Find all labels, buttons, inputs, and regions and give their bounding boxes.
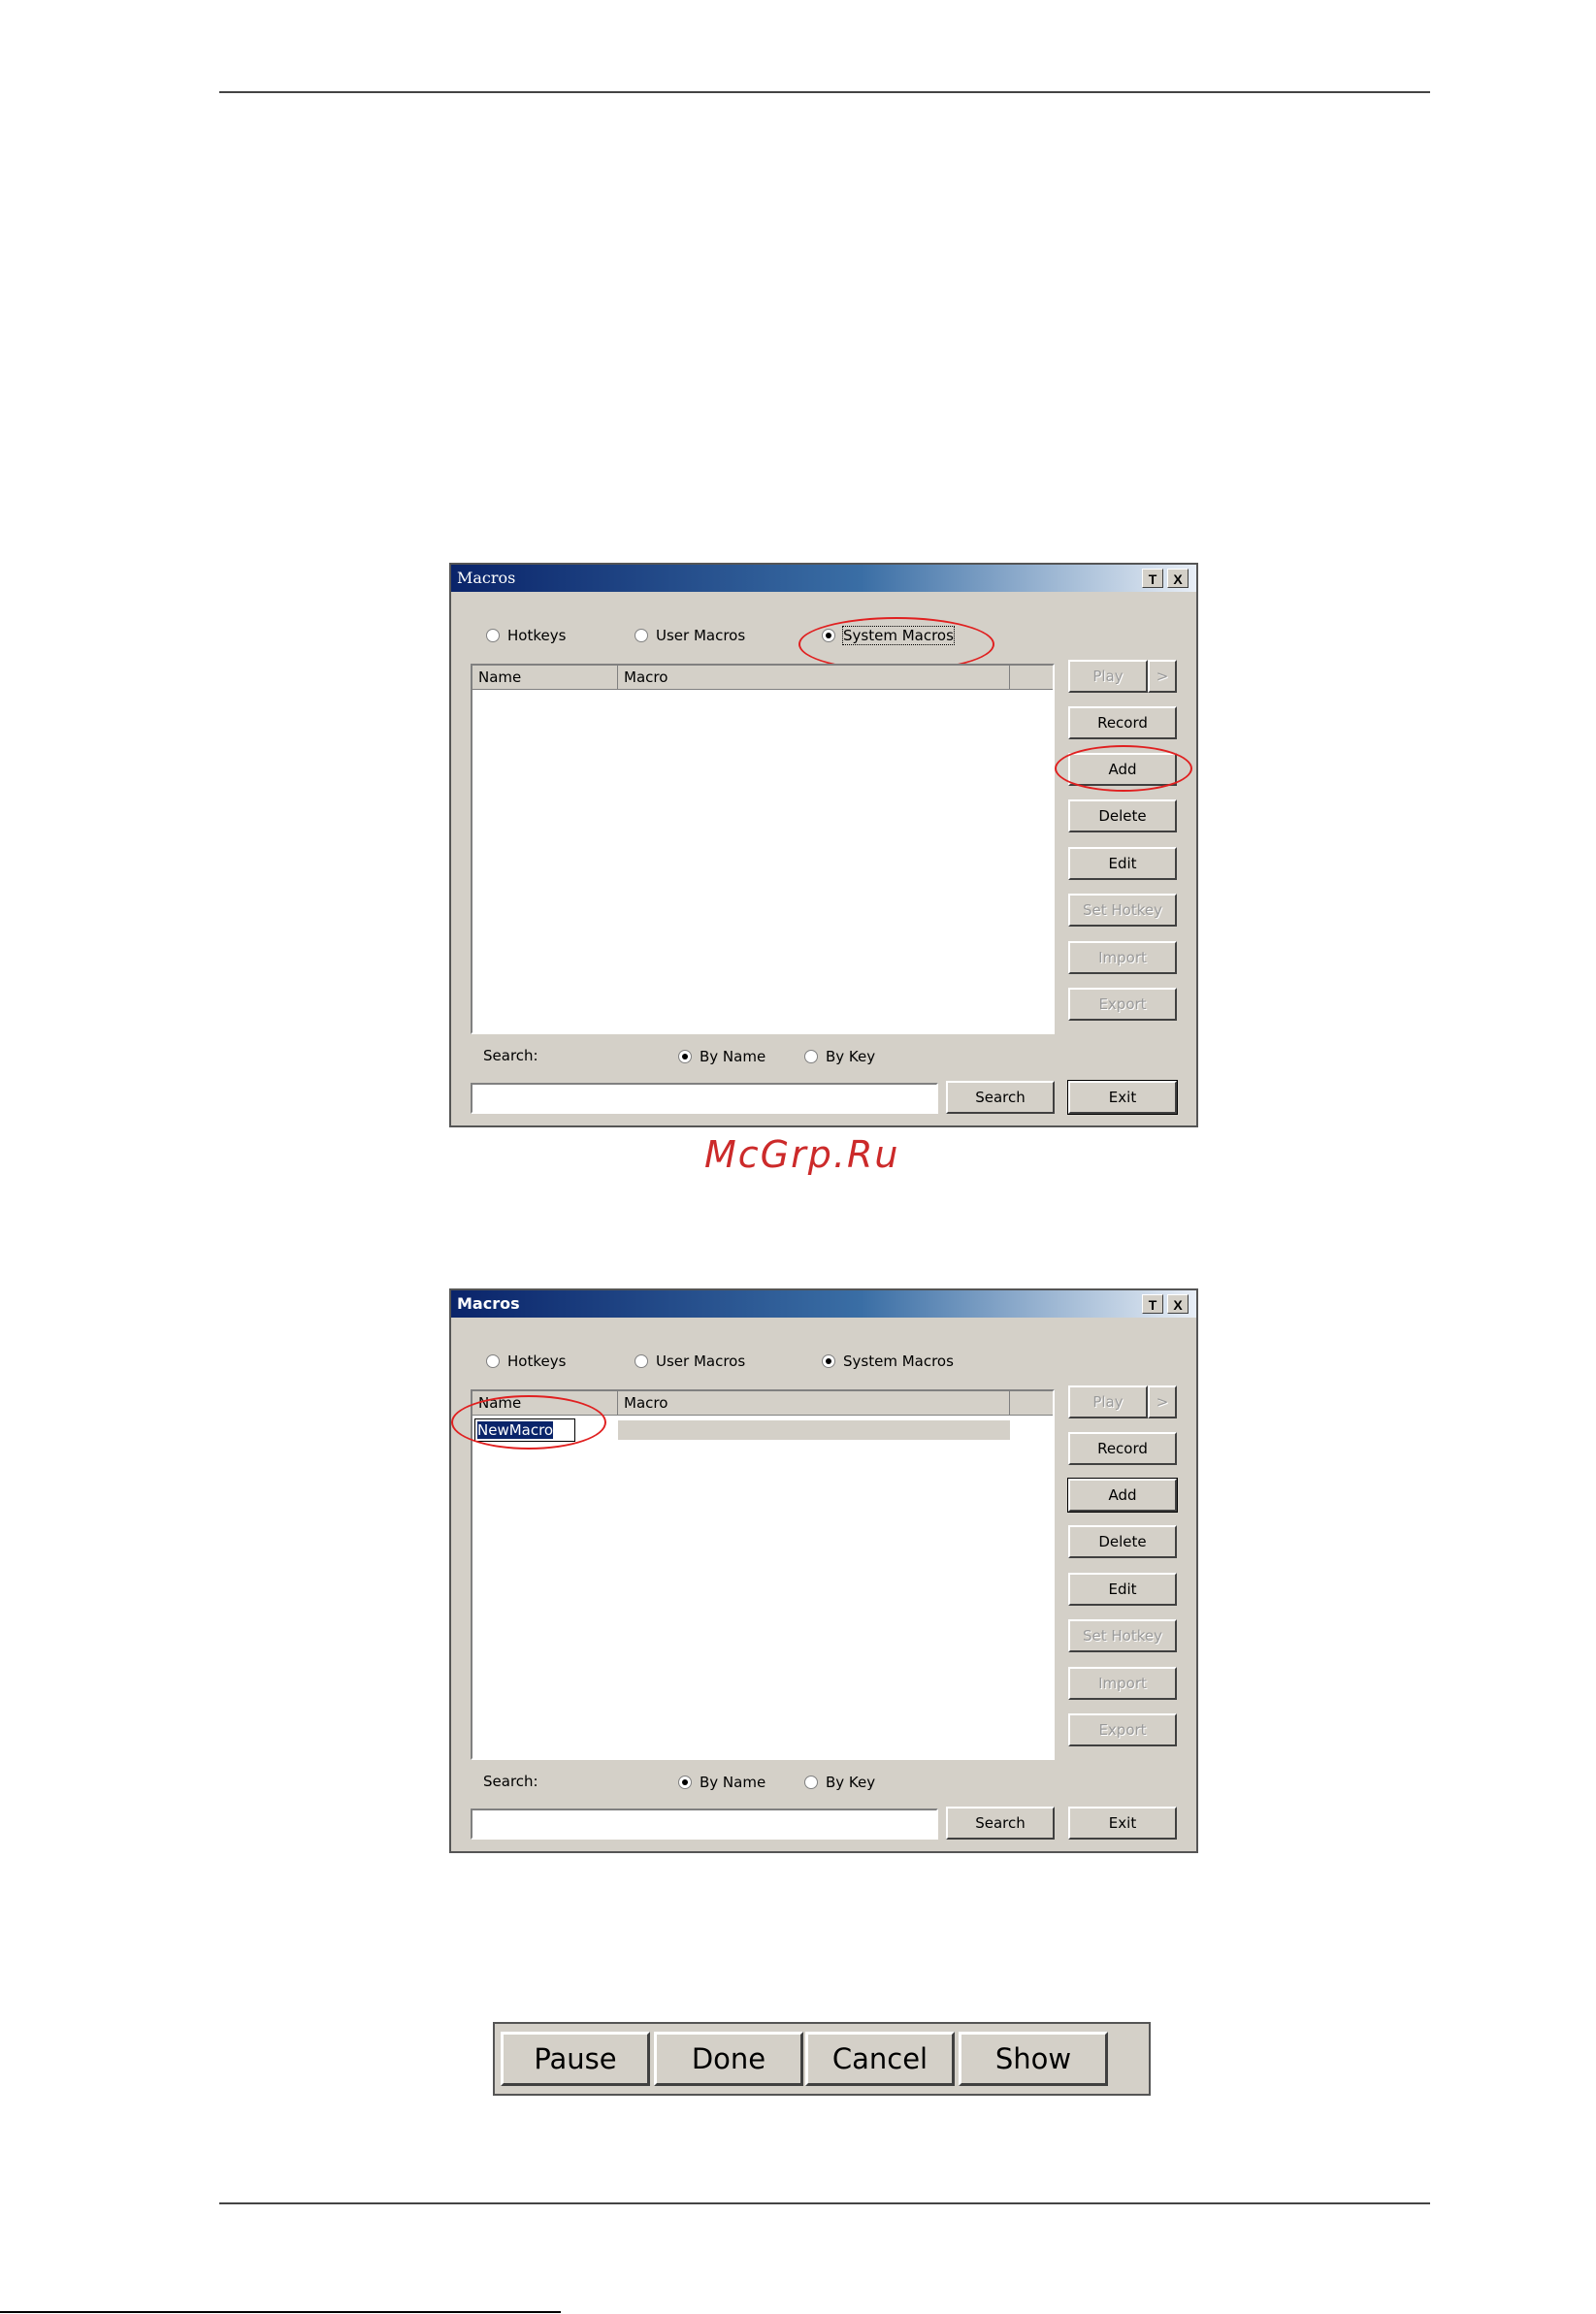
radio-label: User Macros (656, 627, 746, 644)
record-button[interactable]: Record (1068, 706, 1177, 739)
radio-dot (635, 1354, 648, 1368)
new-macro-value-cell (618, 1420, 1010, 1440)
export-button[interactable]: Export (1068, 988, 1177, 1021)
search-input[interactable] (471, 1809, 938, 1840)
radio-label: By Name (700, 1048, 766, 1065)
radio-label: Hotkeys (507, 627, 567, 644)
macro-list[interactable]: Name Macro (471, 664, 1055, 1034)
radio-dot-selected (822, 1354, 835, 1368)
toolbar-toggle-button[interactable]: T (1142, 569, 1163, 588)
play-button[interactable]: Play (1068, 1385, 1148, 1418)
footer-rule (219, 2202, 1430, 2204)
search-label: Search: (483, 1773, 538, 1790)
close-button[interactable]: X (1167, 1294, 1189, 1314)
title-bar[interactable]: Macros T X (451, 1290, 1196, 1318)
search-label: Search: (483, 1047, 538, 1064)
import-button[interactable]: Import (1068, 941, 1177, 974)
radio-dot (804, 1050, 818, 1063)
radio-dot-selected (678, 1050, 692, 1063)
radio-by-key[interactable]: By Key (804, 1046, 875, 1067)
list-header: Name Macro (472, 666, 1053, 690)
dialog-title: Macros (457, 569, 516, 587)
radio-system-macros[interactable]: System Macros (822, 1351, 954, 1372)
macros-dialog-1: Macros T X Hotkeys User Macros System Ma… (449, 563, 1198, 1127)
radio-dot (486, 1354, 500, 1368)
search-input[interactable] (471, 1083, 938, 1114)
dialog-title: Macros (457, 1294, 520, 1313)
play-button[interactable]: Play (1068, 660, 1148, 693)
highlight-ring-add (1055, 745, 1192, 792)
import-button[interactable]: Import (1068, 1667, 1177, 1700)
radio-by-name[interactable]: By Name (678, 1046, 765, 1067)
macros-dialog-2: Macros T X Hotkeys User Macros System Ma… (449, 1288, 1198, 1853)
radio-dot (804, 1776, 818, 1789)
done-button[interactable]: Done (654, 2032, 803, 2086)
radio-by-name[interactable]: By Name (678, 1772, 765, 1793)
export-button[interactable]: Export (1068, 1713, 1177, 1746)
edit-button[interactable]: Edit (1068, 1573, 1177, 1606)
play-options-button[interactable]: > (1148, 1385, 1177, 1418)
radio-dot (635, 629, 648, 642)
radio-label: By Key (826, 1774, 876, 1791)
header-rule (219, 91, 1430, 93)
page-edge-line (0, 2311, 561, 2313)
radio-hotkeys[interactable]: Hotkeys (486, 625, 566, 646)
search-button[interactable]: Search (946, 1081, 1055, 1114)
radio-label: System Macros (843, 1353, 954, 1370)
set-hotkey-button[interactable]: Set Hotkey (1068, 1619, 1177, 1652)
radio-user-macros[interactable]: User Macros (635, 1351, 745, 1372)
highlight-ring-new-macro (451, 1395, 606, 1450)
exit-button[interactable]: Exit (1068, 1807, 1177, 1840)
column-macro[interactable]: Macro (618, 1391, 1010, 1415)
radio-hotkeys[interactable]: Hotkeys (486, 1351, 566, 1372)
column-macro[interactable]: Macro (618, 666, 1010, 689)
delete-button[interactable]: Delete (1068, 799, 1177, 832)
record-toolbar: Pause Done Cancel Show (493, 2022, 1151, 2096)
radio-label: By Name (700, 1774, 766, 1791)
play-options-button[interactable]: > (1148, 660, 1177, 693)
cancel-button[interactable]: Cancel (805, 2032, 955, 2086)
title-bar[interactable]: Macros T X (451, 565, 1196, 592)
exit-button[interactable]: Exit (1067, 1080, 1178, 1115)
record-button[interactable]: Record (1068, 1432, 1177, 1465)
watermark: McGrp.Ru (704, 1133, 900, 1176)
close-button[interactable]: X (1167, 569, 1189, 588)
pause-button[interactable]: Pause (501, 2032, 650, 2086)
radio-label: By Key (826, 1048, 876, 1065)
radio-user-macros[interactable]: User Macros (635, 625, 745, 646)
search-button[interactable]: Search (946, 1807, 1055, 1840)
radio-label: User Macros (656, 1353, 746, 1370)
delete-button[interactable]: Delete (1068, 1525, 1177, 1558)
show-button[interactable]: Show (959, 2032, 1108, 2086)
radio-dot (486, 629, 500, 642)
radio-dot-selected (678, 1776, 692, 1789)
edit-button[interactable]: Edit (1068, 847, 1177, 880)
toolbar-toggle-button[interactable]: T (1142, 1294, 1163, 1314)
set-hotkey-button[interactable]: Set Hotkey (1068, 894, 1177, 927)
radio-by-key[interactable]: By Key (804, 1772, 875, 1793)
column-name[interactable]: Name (472, 666, 618, 689)
add-button[interactable]: Add (1067, 1478, 1178, 1513)
radio-label: Hotkeys (507, 1353, 567, 1370)
